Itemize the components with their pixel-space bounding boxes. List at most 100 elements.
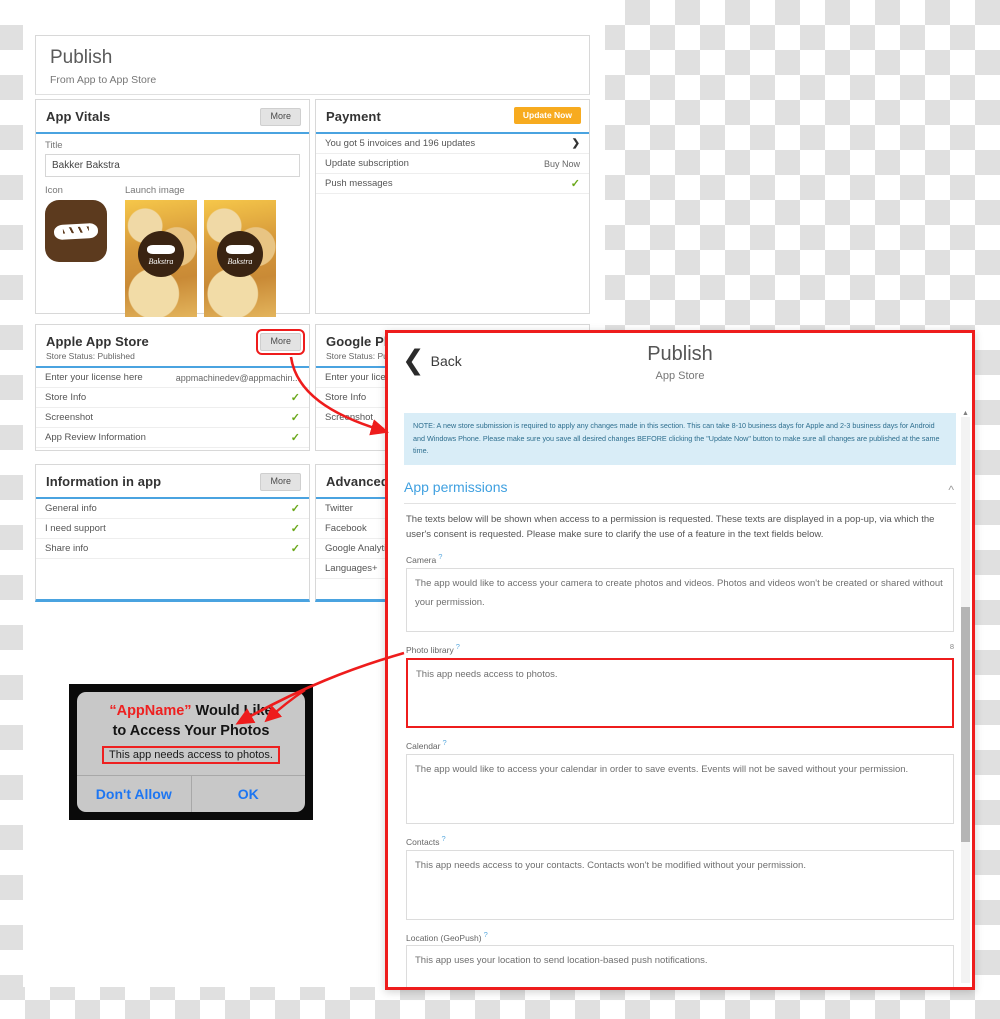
modal-subtitle: App Store (655, 370, 705, 382)
table-row[interactable]: Enter your license here appmachinedev@ap… (36, 368, 309, 388)
page-subtitle: From App to App Store (50, 74, 157, 86)
bread-icon (147, 244, 175, 254)
section-title: App permissions (404, 478, 508, 495)
permission-field-calendar: Calendar? The app would like to access y… (406, 738, 954, 824)
dont-allow-button[interactable]: Don't Allow (77, 776, 191, 812)
photo-library-permission-textarea[interactable]: This app needs access to photos. (406, 657, 954, 728)
ok-button[interactable]: OK (190, 776, 306, 812)
table-row[interactable]: I need support ✓ (36, 519, 309, 539)
buy-now-link[interactable]: Buy Now (544, 159, 580, 169)
card-app-vitals: App Vitals More Title Bakker Bakstra Ico… (35, 99, 310, 317)
launch-image-preview-2[interactable]: Bakstra (204, 200, 276, 317)
icon-column: Icon (45, 185, 107, 317)
permission-field-camera: Camera? The app would like to access you… (406, 552, 954, 633)
launch-badge: Bakstra (138, 230, 184, 277)
card-apple-app-store: Apple App Store Store Status: Published … (35, 324, 310, 451)
check-icon: ✓ (290, 412, 300, 424)
row-label: Screenshot (325, 412, 374, 423)
row-label: You got 5 invoices and 196 updates (325, 138, 476, 149)
apple-more-button[interactable]: More (256, 329, 305, 355)
modal-header: ❮ Back Publish App Store (388, 333, 972, 405)
information-more-button[interactable]: More (260, 473, 301, 491)
check-icon: ✓ (290, 523, 300, 535)
row-label: Facebook (325, 523, 367, 534)
bread-icon (226, 244, 254, 254)
launch-image-column: Launch image Bakstra Bakstra (125, 185, 276, 317)
submission-note: NOTE: A new store submission is required… (404, 413, 956, 465)
row-label: Store Info (325, 392, 367, 403)
calendar-permission-textarea[interactable]: The app would like to access your calend… (406, 753, 954, 824)
back-button[interactable]: ❮ Back (402, 347, 462, 374)
permission-label-text: Photo library (406, 644, 454, 655)
card-information-in-app: Information in app More General info ✓ I… (35, 464, 310, 602)
check-icon: ✓ (290, 543, 300, 555)
help-icon[interactable]: ? (438, 552, 442, 561)
table-row[interactable]: Screenshot ✓ (36, 408, 309, 428)
launch-image-preview-1[interactable]: Bakstra (125, 200, 197, 317)
location-permission-textarea[interactable]: This app uses your location to send loca… (406, 945, 954, 987)
table-row[interactable]: You got 5 invoices and 196 updates ❯ (316, 134, 589, 154)
table-row[interactable]: Update subscription Buy Now (316, 154, 589, 174)
card-payment: Payment Update Now You got 5 invoices an… (315, 99, 590, 314)
scrollbar-thumb[interactable] (961, 607, 970, 842)
alert-app-name: “AppName” (109, 703, 192, 719)
contacts-permission-textarea[interactable]: This app needs access to your contacts. … (406, 849, 954, 920)
help-icon[interactable]: ? (484, 930, 488, 939)
license-value: appmachinedev@appmachin... (175, 372, 300, 383)
permission-field-location: Location (GeoPush)? This app uses your l… (406, 930, 954, 987)
table-row[interactable]: Store Info ✓ (36, 388, 309, 408)
app-vitals-more-button[interactable]: More (260, 108, 301, 126)
modal-scrollbar[interactable]: ▲ (961, 410, 970, 983)
check-icon: ✓ (290, 392, 300, 404)
row-label: Twitter (325, 503, 353, 514)
row-label: App Review Information (45, 432, 146, 443)
permission-label: Photo library? (406, 642, 954, 655)
page-header: Publish From App to App Store (35, 35, 590, 95)
help-icon[interactable]: ? (442, 834, 446, 843)
row-label: Push messages (325, 178, 393, 189)
row-label: Enter your license here (45, 372, 143, 383)
section-description: The texts below will be shown when acces… (406, 513, 935, 540)
permission-label-text: Camera (406, 555, 437, 566)
back-label: Back (430, 352, 462, 369)
launch-image-label: Launch image (125, 185, 185, 196)
help-icon[interactable]: ? (456, 642, 460, 651)
permission-label-text: Calendar (406, 740, 441, 751)
table-row[interactable]: General info ✓ (36, 499, 309, 519)
row-label: I need support (45, 523, 106, 534)
chevron-up-icon[interactable]: ^ (948, 483, 954, 497)
permission-field-photo-library: Photo library? 8 This app needs access t… (406, 642, 954, 728)
camera-permission-textarea[interactable]: The app would like to access your camera… (406, 568, 954, 633)
app-permissions-section-header[interactable]: App permissions ^ (404, 479, 956, 504)
check-icon: ✓ (290, 432, 300, 444)
update-now-button[interactable]: Update Now (513, 107, 581, 125)
table-row[interactable]: Share info ✓ (36, 539, 309, 559)
table-row[interactable]: App Review Information ✓ (36, 428, 309, 448)
permission-label: Contacts? (406, 834, 954, 847)
check-icon: ✓ (290, 503, 300, 515)
alert-message: This app needs access to photos. (102, 746, 280, 765)
chevron-right-icon: ❯ (571, 138, 580, 149)
card-info-header: Information in app More (36, 465, 309, 499)
alert-title-line2: to Access Your Photos (112, 722, 270, 739)
scroll-up-icon[interactable]: ▲ (962, 410, 969, 417)
alert-title: “AppName” Would Like to Access Your Phot… (85, 702, 297, 741)
row-label: Update subscription (325, 158, 409, 169)
permission-field-contacts: Contacts? This app needs access to your … (406, 834, 954, 920)
title-input[interactable]: Bakker Bakstra (45, 154, 300, 177)
row-label: Share info (45, 543, 89, 554)
photo-library-counter: 8 (949, 642, 954, 652)
permission-label: Location (GeoPush)? (406, 930, 954, 943)
modal-title: Publish (647, 343, 713, 365)
help-icon[interactable]: ? (443, 738, 447, 747)
store-status: Store Status: Published (46, 351, 135, 361)
alert-buttons: Don't Allow OK (77, 775, 305, 812)
app-icon-preview[interactable] (45, 200, 107, 262)
page-title: Publish (50, 47, 113, 68)
row-label: Store Info (45, 392, 87, 403)
table-row[interactable]: Push messages ✓ (316, 174, 589, 194)
media-row: Icon Launch image Bakstra Bakstra (36, 185, 309, 317)
bread-icon (53, 222, 99, 241)
permission-label-text: Contacts (406, 836, 440, 847)
launch-badge-text: Bakstra (227, 256, 253, 266)
